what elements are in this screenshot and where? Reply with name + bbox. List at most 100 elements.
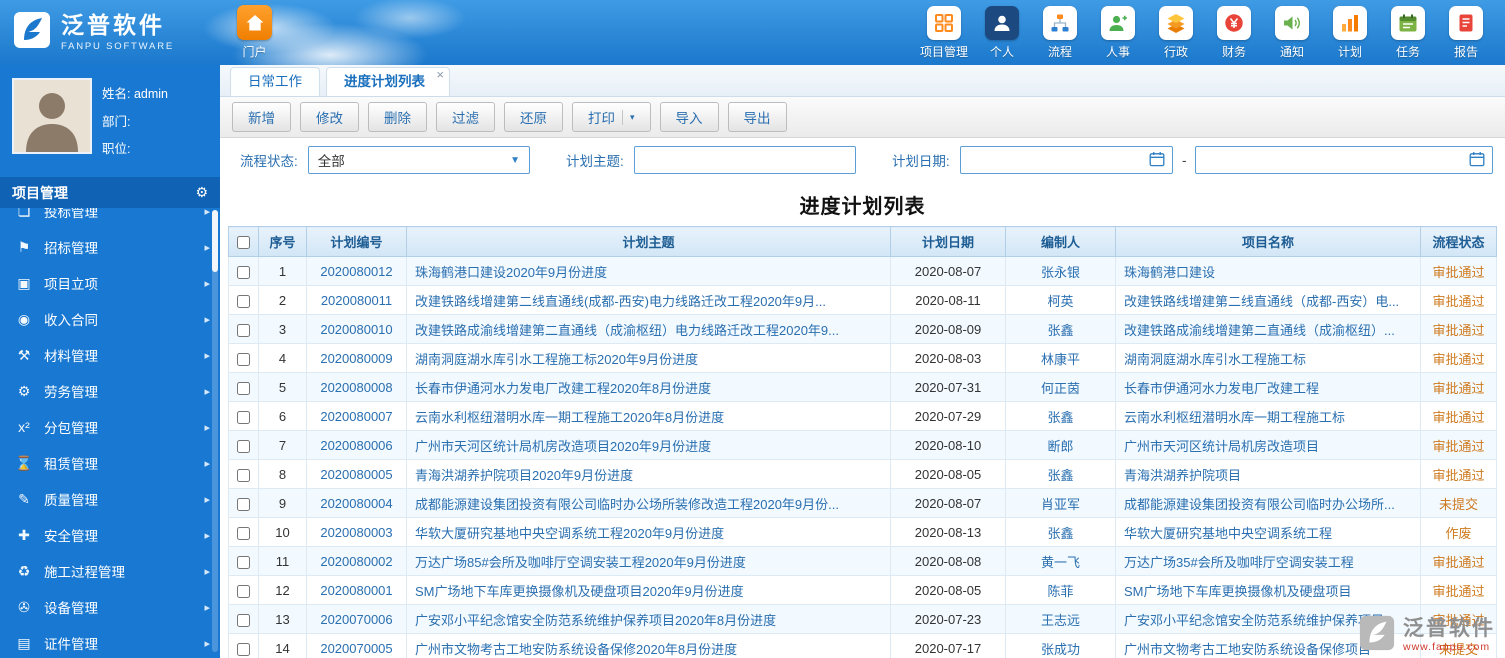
project-link[interactable]: 广州市天河区统计局机房改造项目 bbox=[1124, 439, 1319, 454]
project-link[interactable]: 万达广场35#会所及咖啡厅空调安装工程 bbox=[1124, 555, 1354, 570]
column-header-subject[interactable]: 计划主题 bbox=[406, 226, 891, 257]
plan-number-link[interactable]: 2020080005 bbox=[320, 467, 392, 482]
table-row[interactable]: 13 2020070006 广安邓小平纪念馆安全防范系统维护保养项目2020年8… bbox=[228, 604, 1497, 634]
author-link[interactable]: 张鑫 bbox=[1047, 323, 1073, 338]
sidebar-menu-item[interactable]: ⚒ 材料管理 ▸ bbox=[0, 337, 220, 373]
date-to-input[interactable] bbox=[1203, 152, 1469, 168]
export-button[interactable]: 导出 bbox=[727, 102, 787, 132]
sidebar-menu-item[interactable]: ⌛ 租赁管理 ▸ bbox=[0, 445, 220, 481]
project-link[interactable]: 广安邓小平纪念馆安全防范系统维护保养项目 bbox=[1124, 613, 1384, 628]
topnav-item-project-management[interactable]: 项目管理 bbox=[915, 5, 973, 60]
table-row[interactable]: 14 2020070005 广州市文物考古工地安防系统设备保修2020年8月份进… bbox=[228, 633, 1497, 658]
topnav-item-plan[interactable]: 计划 bbox=[1321, 5, 1379, 60]
table-row[interactable]: 10 2020080003 华软大厦研究基地中央空调系统工程2020年9月份进度… bbox=[228, 517, 1497, 547]
author-link[interactable]: 断郎 bbox=[1047, 439, 1073, 454]
plan-subject-link[interactable]: 改建铁路线增建第二线直通线(成都-西安)电力线路迁改工程2020年9月... bbox=[415, 294, 826, 309]
author-link[interactable]: 何正茵 bbox=[1041, 381, 1080, 396]
project-link[interactable]: 珠海鹤港口建设 bbox=[1124, 265, 1215, 280]
row-checkbox[interactable] bbox=[237, 294, 250, 308]
select-all-checkbox[interactable] bbox=[237, 236, 250, 250]
row-checkbox[interactable] bbox=[237, 584, 250, 598]
table-row[interactable]: 1 2020080012 珠海鹤港口建设2020年9月份进度 2020-08-0… bbox=[228, 256, 1497, 286]
topnav-item-notice[interactable]: 通知 bbox=[1263, 5, 1321, 60]
restore-button[interactable]: 还原 bbox=[504, 102, 563, 132]
filter-button[interactable]: 过滤 bbox=[436, 102, 495, 132]
row-checkbox[interactable] bbox=[237, 439, 250, 453]
topnav-item-portal[interactable]: 门户 bbox=[237, 5, 272, 60]
date-from-input[interactable] bbox=[967, 152, 1149, 168]
plan-number-link[interactable]: 2020080004 bbox=[320, 496, 392, 511]
plan-number-link[interactable]: 2020080001 bbox=[320, 583, 392, 598]
author-link[interactable]: 张成功 bbox=[1041, 642, 1080, 657]
sidebar-menu-item[interactable]: ▤ 证件管理 ▸ bbox=[0, 625, 220, 658]
plan-number-link[interactable]: 2020070005 bbox=[320, 641, 392, 656]
project-link[interactable]: 改建铁路成渝线增建第二直通线（成渝枢纽）... bbox=[1124, 323, 1395, 338]
plan-number-link[interactable]: 2020080012 bbox=[320, 264, 392, 279]
close-icon[interactable]: × bbox=[436, 68, 444, 81]
plan-subject-link[interactable]: 长春市伊通河水力发电厂改建工程2020年8月份进度 bbox=[415, 381, 711, 396]
plan-number-link[interactable]: 2020080011 bbox=[321, 293, 392, 308]
import-button[interactable]: 导入 bbox=[659, 102, 719, 132]
author-link[interactable]: 肖亚军 bbox=[1041, 497, 1080, 512]
sidebar-menu-item[interactable]: ✎ 质量管理 ▸ bbox=[0, 481, 220, 517]
calendar-icon[interactable] bbox=[1469, 151, 1485, 170]
add-button[interactable]: 新增 bbox=[232, 102, 291, 132]
sidebar-menu-item[interactable]: ◉ 收入合同 ▸ bbox=[0, 301, 220, 337]
table-row[interactable]: 8 2020080005 青海洪湖养护院项目2020年9月份进度 2020-08… bbox=[228, 459, 1497, 489]
gear-icon[interactable]: ⚙ bbox=[195, 184, 208, 201]
topnav-item-report[interactable]: 报告 bbox=[1437, 5, 1495, 60]
topnav-item-personal[interactable]: 个人 bbox=[973, 5, 1031, 60]
date-from-field[interactable] bbox=[959, 146, 1173, 174]
plan-subject-link[interactable]: 广安邓小平纪念馆安全防范系统维护保养项目2020年8月份进度 bbox=[415, 613, 776, 628]
print-button[interactable]: 打印 ▾ bbox=[572, 102, 651, 132]
row-checkbox[interactable] bbox=[237, 381, 250, 395]
row-checkbox[interactable] bbox=[237, 468, 250, 482]
topnav-item-finance[interactable]: 财务 bbox=[1205, 5, 1263, 60]
table-row[interactable]: 4 2020080009 湖南洞庭湖水库引水工程施工标2020年9月份进度 20… bbox=[228, 343, 1497, 373]
row-checkbox[interactable] bbox=[237, 526, 250, 540]
sidebar-menu-item[interactable]: ▣ 项目立项 ▸ bbox=[0, 265, 220, 301]
row-checkbox[interactable] bbox=[237, 613, 250, 627]
project-link[interactable]: 改建铁路线增建第二线直通线（成都-西安）电... bbox=[1124, 294, 1399, 309]
sidebar-menu-item[interactable]: x² 分包管理 ▸ bbox=[0, 409, 220, 445]
author-link[interactable]: 林康平 bbox=[1041, 352, 1080, 367]
table-row[interactable]: 5 2020080008 长春市伊通河水力发电厂改建工程2020年8月份进度 2… bbox=[228, 372, 1497, 402]
column-header-seq[interactable]: 序号 bbox=[258, 226, 307, 257]
author-link[interactable]: 陈菲 bbox=[1047, 584, 1073, 599]
author-link[interactable]: 张永银 bbox=[1041, 265, 1080, 280]
sidebar-menu-item[interactable]: ✇ 设备管理 ▸ bbox=[0, 589, 220, 625]
topnav-item-task[interactable]: 任务 bbox=[1379, 5, 1437, 60]
column-header-plan-number[interactable]: 计划编号 bbox=[306, 226, 407, 257]
table-row[interactable]: 12 2020080001 SM广场地下车库更换摄像机及硬盘项目2020年9月份… bbox=[228, 575, 1497, 605]
table-row[interactable]: 9 2020080004 成都能源建设集团投资有限公司临时办公场所装修改造工程2… bbox=[228, 488, 1497, 518]
plan-subject-link[interactable]: 云南水利枢纽潜明水库一期工程施工2020年8月份进度 bbox=[415, 410, 724, 425]
sidebar-menu-item[interactable]: ⚙ 劳务管理 ▸ bbox=[0, 373, 220, 409]
plan-number-link[interactable]: 2020070006 bbox=[320, 612, 392, 627]
plan-subject-link[interactable]: 成都能源建设集团投资有限公司临时办公场所装修改造工程2020年9月份... bbox=[415, 497, 839, 512]
sidebar-scrollbar-thumb[interactable] bbox=[212, 210, 218, 272]
project-link[interactable]: 青海洪湖养护院项目 bbox=[1124, 468, 1241, 483]
project-link[interactable]: 广州市文物考古工地安防系统设备保修项目 bbox=[1124, 642, 1371, 657]
date-to-field[interactable] bbox=[1195, 146, 1493, 174]
topnav-item-workflow[interactable]: 流程 bbox=[1031, 5, 1089, 60]
sidebar-menu-item[interactable]: ❏ 投标管理 ▸ bbox=[0, 208, 220, 229]
row-checkbox[interactable] bbox=[237, 642, 250, 656]
row-checkbox[interactable] bbox=[237, 323, 250, 337]
plan-number-link[interactable]: 2020080003 bbox=[320, 525, 392, 540]
plan-number-link[interactable]: 2020080002 bbox=[320, 554, 392, 569]
topnav-item-hr[interactable]: 人事 bbox=[1089, 5, 1147, 60]
calendar-icon[interactable] bbox=[1149, 151, 1165, 170]
plan-subject-link[interactable]: SM广场地下车库更换摄像机及硬盘项目2020年9月份进度 bbox=[415, 584, 744, 599]
sidebar-menu-item[interactable]: ♻ 施工过程管理 ▸ bbox=[0, 553, 220, 589]
plan-subject-link[interactable]: 改建铁路成渝线增建第二直通线（成渝枢纽）电力线路迁改工程2020年9... bbox=[415, 323, 839, 338]
column-header-status[interactable]: 流程状态 bbox=[1420, 226, 1497, 257]
table-row[interactable]: 11 2020080002 万达广场85#会所及咖啡厅空调安装工程2020年9月… bbox=[228, 546, 1497, 576]
sidebar-menu-item[interactable]: ✚ 安全管理 ▸ bbox=[0, 517, 220, 553]
table-row[interactable]: 2 2020080011 改建铁路线增建第二线直通线(成都-西安)电力线路迁改工… bbox=[228, 285, 1497, 315]
project-link[interactable]: 成都能源建设集团投资有限公司临时办公场所... bbox=[1124, 497, 1395, 512]
plan-subject-link[interactable]: 湖南洞庭湖水库引水工程施工标2020年9月份进度 bbox=[415, 352, 698, 367]
row-checkbox[interactable] bbox=[237, 497, 250, 511]
plan-subject-link[interactable]: 广州市文物考古工地安防系统设备保修2020年8月份进度 bbox=[415, 642, 737, 657]
plan-number-link[interactable]: 2020080009 bbox=[320, 351, 392, 366]
plan-number-link[interactable]: 2020080010 bbox=[320, 322, 392, 337]
